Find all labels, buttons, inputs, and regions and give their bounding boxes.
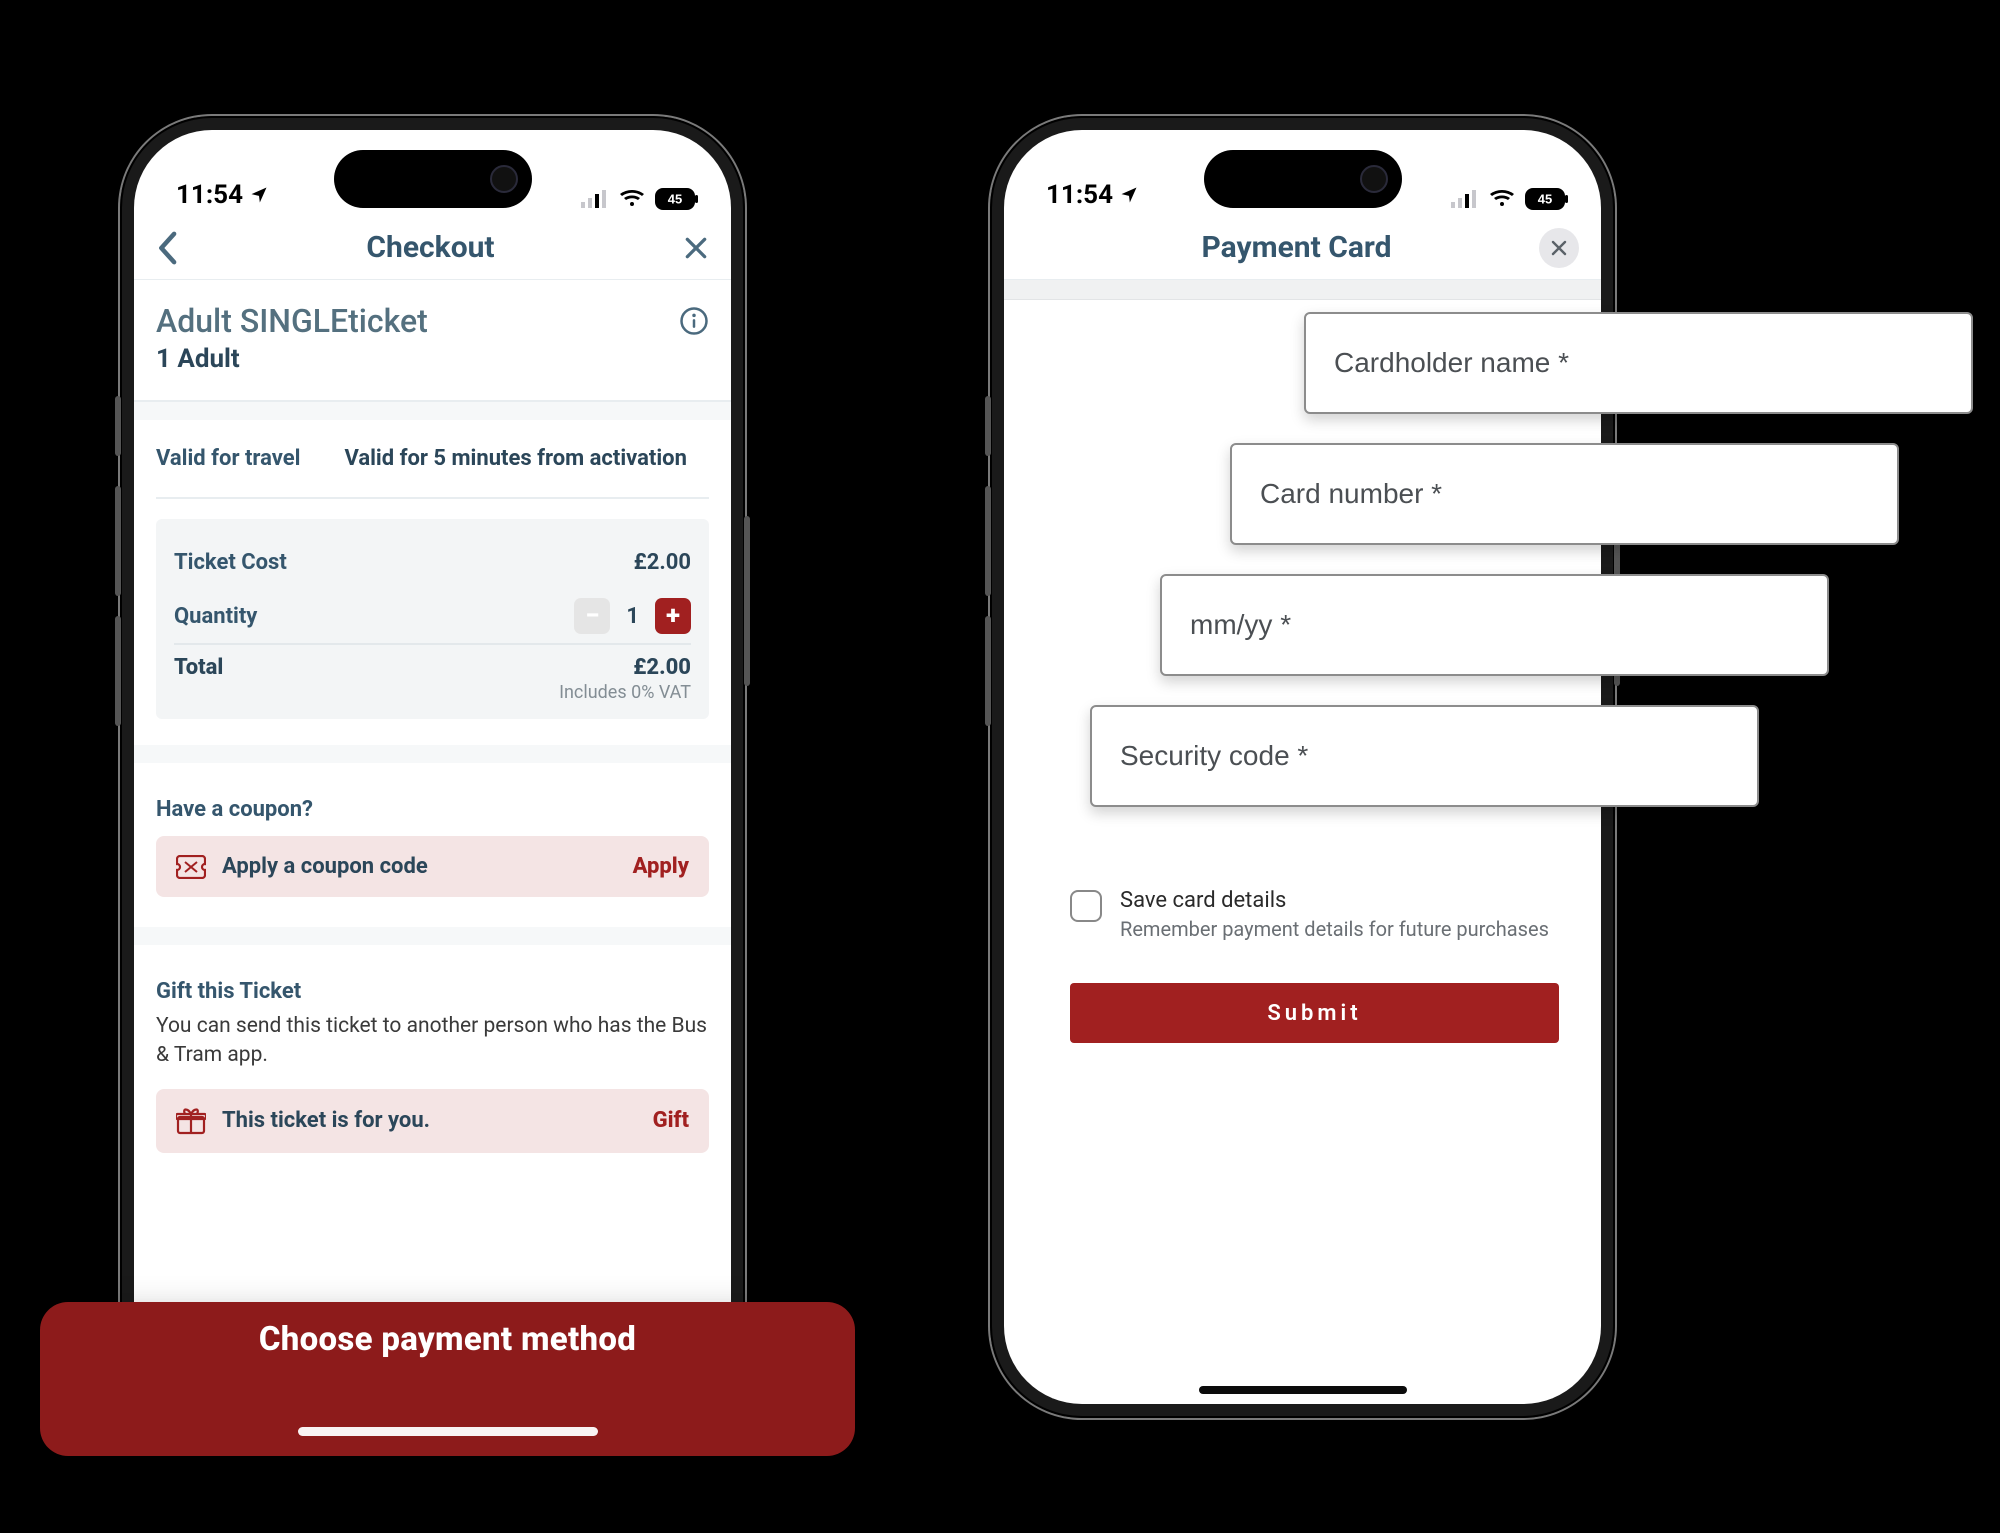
ticket-icon (176, 855, 206, 879)
gift-heading: Gift this Ticket (156, 979, 709, 1004)
location-icon (249, 185, 269, 205)
battery-text: 45 (668, 192, 682, 207)
save-card-checkbox[interactable] (1070, 890, 1102, 922)
cardholder-input[interactable] (1332, 346, 1945, 380)
cardholder-field[interactable] (1304, 312, 1973, 414)
choose-payment-banner[interactable]: Choose payment method (40, 1302, 855, 1456)
gift-icon (176, 1107, 206, 1135)
total-value: £2.00 (559, 655, 691, 680)
page-title: Checkout (366, 230, 494, 265)
nav-bar: Payment Card (1004, 216, 1601, 280)
dynamic-island (334, 150, 532, 208)
location-icon (1119, 185, 1139, 205)
gift-label: This ticket is for you. (222, 1108, 430, 1133)
back-icon[interactable] (156, 231, 178, 265)
card-number-field[interactable] (1230, 443, 1899, 545)
valid-row: Valid for travel Valid for 5 minutes fro… (156, 420, 709, 499)
submit-button[interactable]: Submit (1070, 983, 1559, 1043)
qty-plus-button[interactable]: + (655, 598, 691, 634)
svg-text:45: 45 (1538, 192, 1552, 207)
cvc-input[interactable] (1118, 739, 1731, 773)
vat-note: Includes 0% VAT (559, 682, 691, 703)
phone-checkout: 11:54 45 (120, 116, 745, 1418)
home-indicator[interactable] (1199, 1386, 1407, 1394)
expiry-field[interactable] (1160, 574, 1829, 676)
gift-action-button[interactable]: Gift (653, 1108, 689, 1133)
qty-minus-button[interactable]: − (574, 598, 610, 634)
choose-payment-label: Choose payment method (259, 1320, 636, 1359)
dynamic-island (1204, 150, 1402, 208)
submit-label: Submit (1267, 1001, 1361, 1026)
nav-bar: Checkout (134, 216, 731, 280)
quantity-label: Quantity (174, 604, 257, 629)
valid-label: Valid for travel (156, 446, 300, 471)
gift-row[interactable]: This ticket is for you. Gift (156, 1089, 709, 1153)
info-icon[interactable] (679, 306, 709, 336)
expiry-input[interactable] (1188, 608, 1801, 642)
ticket-sub: 1 Adult (156, 344, 428, 374)
coupon-apply-button[interactable]: Apply (633, 854, 689, 879)
wifi-icon (1489, 190, 1515, 208)
wifi-icon (619, 190, 645, 208)
page-title: Payment Card (1201, 230, 1391, 265)
ticket-header: Adult SINGLEticket 1 Adult (156, 302, 709, 374)
cellular-icon (581, 190, 609, 208)
qty-value: 1 (626, 604, 639, 629)
phone-payment-card: 11:54 45 (990, 116, 1615, 1418)
close-icon[interactable] (1539, 228, 1579, 268)
ticket-cost-label: Ticket Cost (174, 550, 287, 575)
save-card-sub: Remember payment details for future purc… (1120, 917, 1549, 941)
battery-icon: 45 (1525, 188, 1569, 210)
save-card-title: Save card details (1120, 888, 1549, 913)
status-time: 11:54 (176, 180, 243, 210)
close-icon[interactable] (683, 235, 709, 261)
battery-icon: 45 (655, 188, 699, 210)
coupon-label: Apply a coupon code (222, 854, 428, 879)
cellular-icon (1451, 190, 1479, 208)
coupon-heading: Have a coupon? (156, 797, 709, 822)
ticket-name: Adult SINGLEticket (156, 302, 428, 340)
total-label: Total (174, 655, 223, 680)
status-time: 11:54 (1046, 180, 1113, 210)
gift-desc: You can send this ticket to another pers… (156, 1012, 709, 1071)
card-number-input[interactable] (1258, 477, 1871, 511)
cost-panel: Ticket Cost £2.00 Quantity − 1 + Total (156, 519, 709, 719)
valid-value: Valid for 5 minutes from activation (344, 446, 687, 471)
cvc-field[interactable] (1090, 705, 1759, 807)
coupon-row[interactable]: Apply a coupon code Apply (156, 836, 709, 897)
ticket-cost-value: £2.00 (634, 550, 691, 575)
